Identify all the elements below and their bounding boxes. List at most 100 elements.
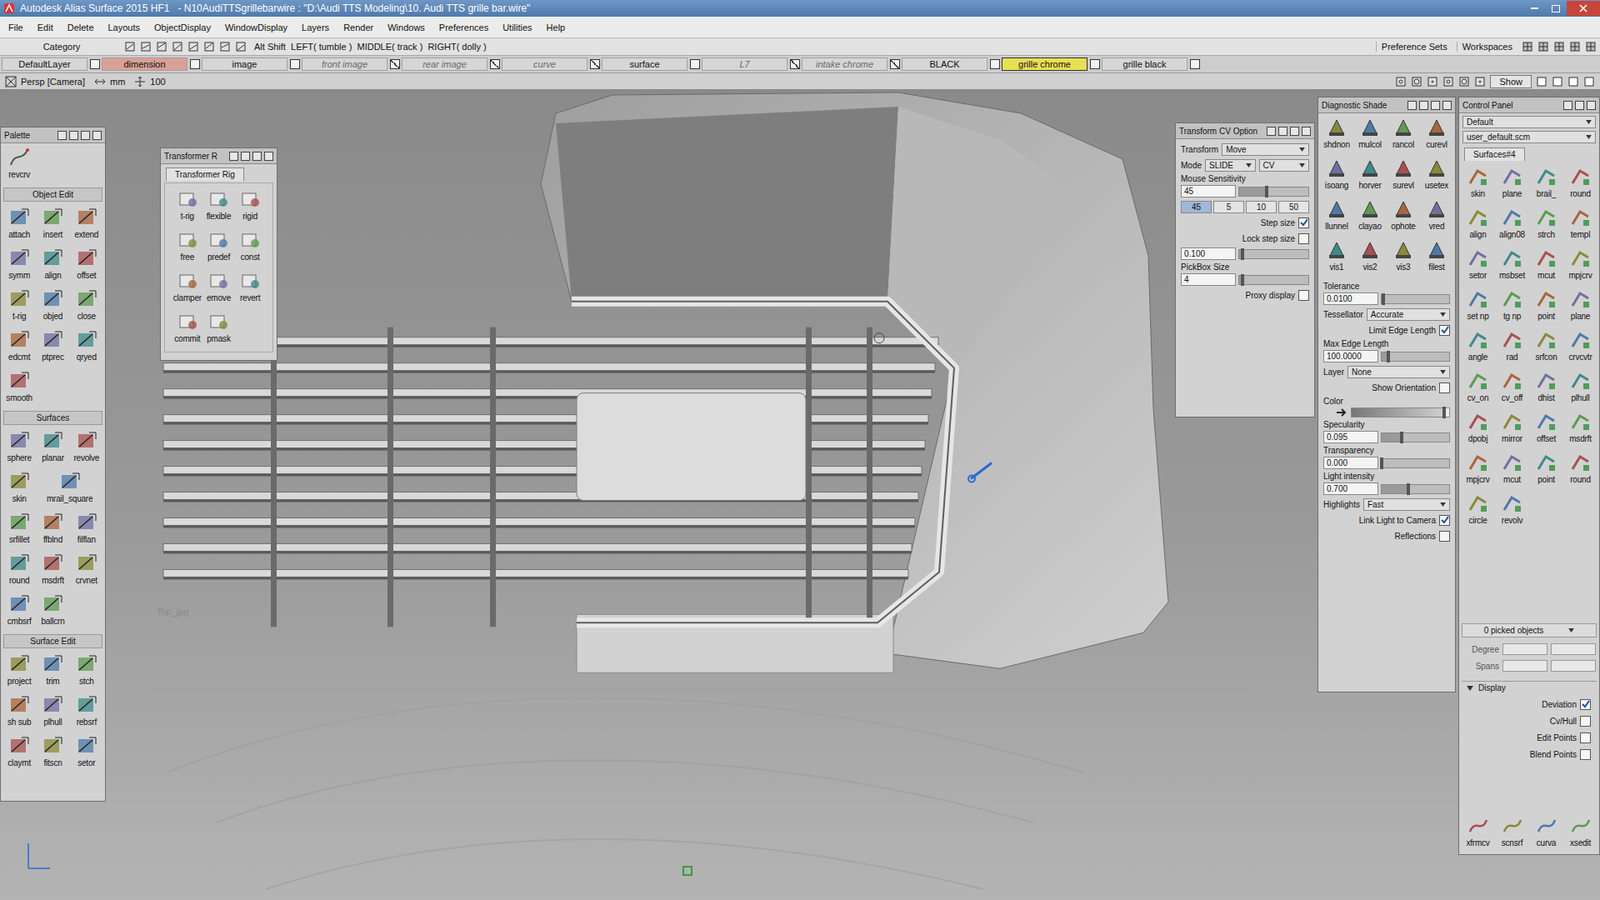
dropdown[interactable]: Accurate — [1366, 308, 1450, 321]
preset-button[interactable]: 10 — [1245, 200, 1277, 214]
tool-button[interactable]: fitscn — [35, 733, 70, 773]
value-field[interactable] — [1502, 643, 1548, 655]
tool-button[interactable]: close — [70, 286, 104, 326]
slider-track[interactable] — [1238, 275, 1310, 285]
layer-name[interactable]: BLACK — [901, 57, 988, 71]
tool-button[interactable]: brail_ — [1529, 164, 1564, 204]
slider-track[interactable] — [1238, 186, 1310, 197]
tool-button[interactable]: filest — [1420, 237, 1454, 277]
panel-button-icon[interactable] — [229, 151, 239, 161]
tool-button[interactable]: rancol — [1386, 115, 1420, 155]
tool-button[interactable]: predef — [203, 227, 235, 267]
panel-button-icon[interactable] — [1442, 100, 1452, 110]
tool-button[interactable]: srfillet — [2, 510, 36, 550]
tool-button[interactable]: smooth — [2, 368, 36, 408]
value-field[interactable]: 0.700 — [1323, 482, 1379, 495]
panel-button-icon[interactable] — [1278, 126, 1288, 136]
layer-visibility-box[interactable] — [790, 59, 800, 70]
tool-button[interactable]: claymt — [2, 733, 36, 773]
tool-button[interactable]: usetex — [1420, 155, 1454, 195]
tool-button[interactable]: rigid — [234, 186, 266, 226]
preset-dropdown[interactable]: user_default.scm — [1462, 130, 1596, 144]
layer-visibility-box[interactable] — [490, 59, 500, 70]
menu-item[interactable]: File — [8, 22, 24, 33]
minimize-icon[interactable] — [1523, 0, 1545, 16]
tool-button[interactable]: revolv — [1495, 490, 1530, 530]
preset-button[interactable]: 50 — [1278, 200, 1310, 214]
layer-item[interactable]: image — [201, 57, 300, 71]
layer-visibility-box[interactable] — [990, 59, 1000, 70]
tool-button[interactable]: dpobj — [1460, 409, 1495, 449]
panel-button-icon[interactable] — [69, 130, 79, 140]
tool-button[interactable]: pmask — [203, 309, 235, 349]
checkbox[interactable] — [1580, 732, 1591, 744]
layer-name[interactable]: grille black — [1101, 57, 1188, 71]
tool-button[interactable]: mpjcrv — [1563, 245, 1598, 285]
tool-button[interactable]: vis1 — [1320, 237, 1354, 277]
layout-icon[interactable] — [1585, 40, 1597, 53]
tool-button[interactable]: plhull — [1563, 368, 1598, 408]
layout-icon[interactable] — [1569, 40, 1581, 53]
panel-button-icon[interactable] — [1290, 126, 1300, 136]
tool-button[interactable]: ophote — [1386, 196, 1420, 236]
tool-button[interactable]: shdnon — [1320, 115, 1354, 155]
panel-button-icon[interactable] — [240, 151, 250, 161]
panel-button-icon[interactable] — [80, 130, 90, 140]
layer-visibility-box[interactable] — [290, 59, 300, 70]
tool-button[interactable]: angle — [1460, 327, 1495, 367]
tool-button[interactable]: trim — [35, 651, 70, 691]
view-menu-icon[interactable] — [5, 75, 17, 88]
tool-button[interactable]: extend — [70, 205, 104, 245]
tool-button[interactable]: align08 — [1495, 205, 1530, 245]
tool-button[interactable]: revert — [234, 268, 266, 308]
tool-button[interactable]: revolve — [70, 428, 104, 468]
tool-button[interactable]: sh sub — [2, 692, 36, 732]
panel-tab[interactable]: Surfaces#4 — [1464, 147, 1525, 161]
view-window-icon[interactable] — [1567, 75, 1580, 88]
panel-tab[interactable]: Transformer Rig — [165, 167, 245, 181]
tool-button[interactable]: ballcrn — [35, 591, 70, 631]
tool-button[interactable]: surevl — [1386, 155, 1420, 195]
tool-button[interactable]: project — [2, 651, 36, 691]
tool-button[interactable]: msdrft — [1563, 409, 1598, 449]
tool-button[interactable]: t-rig — [2, 286, 36, 326]
tool-button[interactable]: stch — [70, 651, 104, 691]
value-field[interactable]: 45 — [1180, 185, 1236, 198]
menu-item[interactable]: Preferences — [439, 22, 489, 33]
tool-button[interactable]: mirror — [1495, 409, 1530, 449]
maximize-icon[interactable] — [1545, 0, 1567, 16]
tool-button[interactable]: ffblnd — [35, 510, 70, 550]
slider-thumb[interactable] — [1442, 406, 1446, 419]
layout-icon[interactable] — [1553, 40, 1565, 53]
tool-button[interactable]: tg np — [1495, 286, 1530, 326]
panel-button-icon[interactable] — [57, 130, 67, 140]
value-field[interactable]: 4 — [1180, 273, 1236, 286]
slider-track[interactable] — [1380, 294, 1450, 305]
tool-button[interactable]: isoang — [1320, 155, 1354, 195]
tool-button[interactable]: revcrv — [2, 145, 36, 185]
layer-name[interactable]: grille chrome — [1001, 57, 1088, 71]
panel-button-icon[interactable] — [1419, 100, 1429, 110]
tool-button[interactable]: const — [234, 227, 266, 267]
layer-visibility-box[interactable] — [590, 59, 600, 70]
menu-item[interactable]: Help — [546, 22, 566, 33]
shelf-tool-icon[interactable] — [140, 40, 152, 53]
tool-button[interactable]: setor — [1460, 245, 1495, 285]
preset-button[interactable]: 45 — [1180, 200, 1212, 214]
tool-button[interactable]: vis3 — [1386, 237, 1420, 277]
dropdown[interactable]: Fast — [1363, 498, 1450, 511]
tool-button[interactable]: cv_off — [1495, 368, 1530, 408]
tool-button[interactable]: commit — [171, 309, 204, 349]
tool-button[interactable]: horver — [1353, 155, 1387, 195]
slider-thumb[interactable] — [1380, 457, 1384, 470]
menu-item[interactable]: Layouts — [108, 22, 141, 33]
checkbox[interactable] — [1298, 217, 1310, 229]
layer-name[interactable]: image — [201, 57, 288, 71]
value-field[interactable]: 0.100 — [1180, 247, 1236, 260]
layer-name[interactable]: front image — [301, 57, 388, 71]
menu-item[interactable]: Delete — [67, 22, 95, 33]
panel-button-icon[interactable] — [1430, 100, 1440, 110]
menu-item[interactable]: Windows — [387, 22, 425, 33]
tool-button[interactable]: set np — [1460, 286, 1495, 326]
panel-button-icon[interactable] — [1575, 100, 1585, 110]
